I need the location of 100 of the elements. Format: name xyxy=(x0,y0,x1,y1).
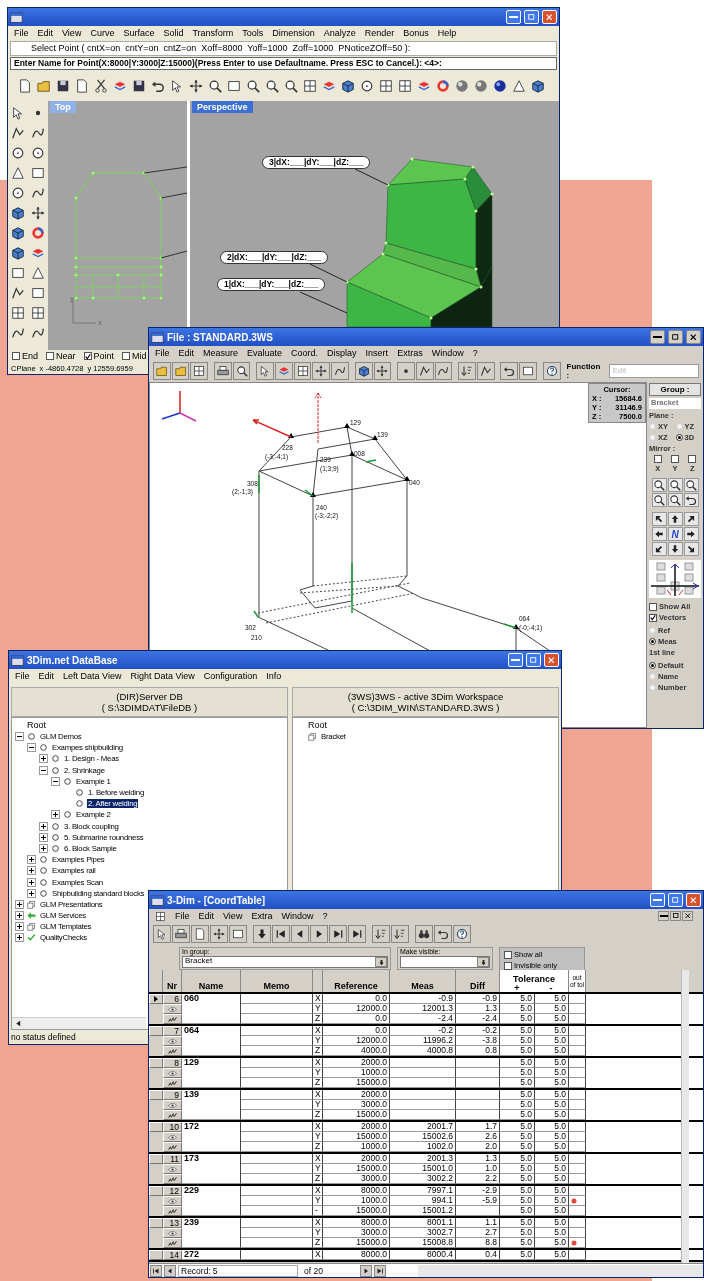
point-label: 1|dX:___|dY:___|dZ:___ xyxy=(217,278,326,291)
menu-item[interactable]: View xyxy=(62,28,82,38)
table-cell: 5.0 xyxy=(535,1174,569,1184)
table-cell: 1000.0 xyxy=(323,1068,390,1078)
menu-item[interactable]: Extras xyxy=(397,348,423,358)
table-cell: 5.0 xyxy=(500,1164,535,1174)
table-cell: 5.0 xyxy=(535,1036,569,1046)
menu-item[interactable]: Evaluate xyxy=(247,348,283,358)
table-cell: -2.4 xyxy=(456,1014,500,1024)
table-cell: 3000.0 xyxy=(323,1228,390,1238)
menu-item[interactable]: File xyxy=(175,911,190,921)
table-cell: Y xyxy=(313,1004,323,1014)
table-cell: 5.0 xyxy=(500,1174,535,1184)
menu-item[interactable]: Help xyxy=(437,28,457,38)
table-cell: Z xyxy=(313,1014,323,1024)
menu-item[interactable]: Edit xyxy=(38,671,55,681)
menu-item[interactable]: Extra xyxy=(251,911,273,921)
table-cell: 7997.1 xyxy=(390,1186,456,1196)
table-cell: 1000.0 xyxy=(323,1196,390,1206)
field-value: 5 xyxy=(212,1265,218,1276)
menu-item[interactable]: View xyxy=(223,911,243,921)
row-number[interactable]: 7 xyxy=(163,1026,182,1036)
table-cell: X xyxy=(313,1186,323,1196)
menu-item[interactable]: Render xyxy=(364,28,395,38)
menu-item[interactable]: Edit xyxy=(37,28,54,38)
menu-item[interactable]: File xyxy=(15,671,30,681)
table-cell: X xyxy=(313,994,323,1004)
window-title: File : STANDARD.3WS xyxy=(167,331,274,343)
table-cell: 3002.2 xyxy=(390,1174,456,1184)
row-number[interactable]: 8 xyxy=(163,1058,182,1068)
table-cell: 1.7 xyxy=(456,1122,500,1132)
window-title: 3-Dim - [CoordTable] xyxy=(167,894,267,906)
menu-item[interactable]: Edit xyxy=(178,348,195,358)
menu-item[interactable]: Insert xyxy=(365,348,389,358)
menu-item[interactable]: Window xyxy=(431,348,464,358)
menu-item[interactable]: Display xyxy=(327,348,357,358)
menu-item[interactable]: Surface xyxy=(123,28,155,38)
checkbox-label: Mid xyxy=(132,351,147,361)
menu-item[interactable]: Analyze xyxy=(323,28,356,38)
menu-item[interactable]: Bonus xyxy=(403,28,429,38)
table-cell: 8001.1 xyxy=(390,1218,456,1228)
table-cell: 5.0 xyxy=(500,1206,535,1216)
tree-item[interactable]: Root xyxy=(15,720,287,731)
table-cell: 15000.0 xyxy=(323,1078,390,1088)
command-prompt[interactable]: Enter Name for Point(X:8000|Y:3000|Z:15000)(Press Enter to use Defaultname. Press ESC to Cancel.): <4>: xyxy=(10,57,557,70)
menu-item[interactable]: Measure xyxy=(203,348,239,358)
menu-item[interactable]: Tools xyxy=(242,28,264,38)
menu-item[interactable]: Curve xyxy=(90,28,115,38)
table-cell: 5.0 xyxy=(535,1090,569,1100)
tree-item[interactable]: Root xyxy=(296,720,558,731)
row-number[interactable]: 14 xyxy=(163,1250,182,1260)
column-header: Name xyxy=(182,970,241,992)
menu-item[interactable]: File xyxy=(14,28,29,38)
table-cell: 15000.0 xyxy=(323,1110,390,1120)
table-cell: -0.2 xyxy=(390,1026,456,1036)
table-cell: 1.0 xyxy=(456,1164,500,1174)
table-cell: 12001.3 xyxy=(390,1004,456,1014)
menu-item[interactable]: Window xyxy=(281,911,314,921)
table-cell: 5.0 xyxy=(535,1164,569,1174)
menu-item[interactable]: Configuration xyxy=(203,671,258,681)
table-cell: 5.0 xyxy=(500,1132,535,1142)
north-button[interactable]: N xyxy=(667,527,683,541)
table-cell: 1.3 xyxy=(456,1154,500,1164)
table-cell: 12000.0 xyxy=(323,1036,390,1046)
menu-item[interactable]: Edit xyxy=(198,911,215,921)
menu-item[interactable]: Right Data View xyxy=(130,671,195,681)
menu-item[interactable]: ? xyxy=(472,348,478,358)
table-cell: -0.9 xyxy=(390,994,456,1004)
record-field[interactable]: Record: 5 xyxy=(178,1264,298,1277)
menu-item[interactable]: ? xyxy=(322,911,328,921)
group-button[interactable]: Group : xyxy=(649,383,701,396)
record-count: of 20 xyxy=(303,1265,324,1276)
row-number[interactable]: 9 xyxy=(163,1090,182,1100)
table-cell: 5.0 xyxy=(535,1110,569,1120)
menu-item[interactable]: Info xyxy=(266,671,282,681)
table-cell: 994.1 xyxy=(390,1196,456,1206)
table-cell: Z xyxy=(313,1174,323,1184)
table-cell: 2000.0 xyxy=(323,1122,390,1132)
menu-item[interactable]: Coord. xyxy=(291,348,319,358)
field-label: Record: xyxy=(181,1265,211,1276)
table-cell: 5.0 xyxy=(535,994,569,1004)
table-cell: 0.0 xyxy=(323,994,390,1004)
menu-item[interactable]: Left Data View xyxy=(63,671,122,681)
table-cell: 5.0 xyxy=(500,1078,535,1088)
menu-item[interactable]: Transform xyxy=(192,28,234,38)
dropdown-field[interactable]: Bracket xyxy=(182,956,388,968)
header-text: (3WS)3WS - active 3Dim Workspace xyxy=(347,691,504,702)
table-cell: 1.3 xyxy=(456,1004,500,1014)
column-header: Nr xyxy=(163,970,182,992)
table-cell: 5.0 xyxy=(500,1090,535,1100)
viewport-tab[interactable]: Perspective xyxy=(192,101,253,113)
row-number[interactable]: 6 xyxy=(163,994,182,1004)
status-text: no status defined xyxy=(11,1032,76,1042)
table-cell: 2.2 xyxy=(456,1174,500,1184)
table-cell: -0.9 xyxy=(456,994,500,1004)
menu-item[interactable]: File xyxy=(155,348,170,358)
menu-item[interactable]: Dimension xyxy=(272,28,315,38)
menu-item[interactable]: Solid xyxy=(163,28,184,38)
table-cell: -3.8 xyxy=(456,1036,500,1046)
table-cell: X xyxy=(313,1218,323,1228)
